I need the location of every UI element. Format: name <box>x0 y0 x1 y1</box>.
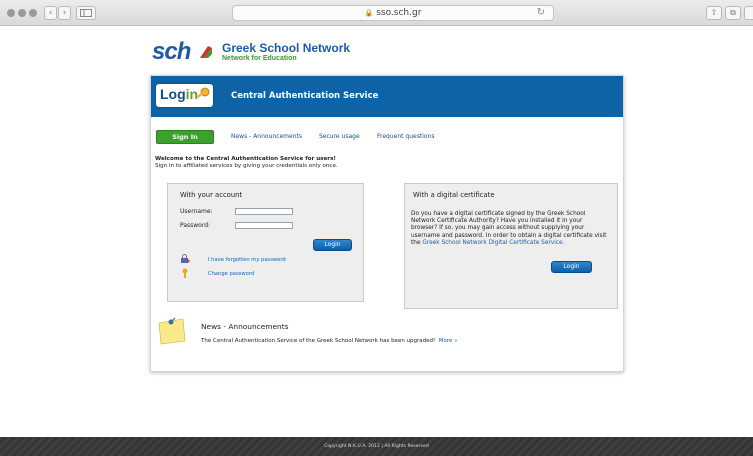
account-panel-title: With your account <box>180 191 243 199</box>
username-label: Username: <box>180 208 213 215</box>
login-badge: Login <box>156 84 213 107</box>
zoom-window-icon[interactable] <box>29 9 37 17</box>
news-text: The Central Authentication Service of th… <box>201 338 457 344</box>
minimize-window-icon[interactable] <box>18 9 26 17</box>
url-text: sso.sch.gr <box>376 8 422 18</box>
welcome-text: Sign in to affiliated services by giving… <box>155 163 338 169</box>
change-password-link[interactable]: Change password <box>208 271 254 277</box>
reload-icon[interactable]: ↻ <box>537 6 545 20</box>
password-input[interactable] <box>235 222 293 229</box>
logo-brand: sch <box>152 38 191 65</box>
sidebar-icon[interactable] <box>76 6 96 20</box>
lock-icon: 🔒 <box>364 9 374 17</box>
back-button[interactable]: ‹ <box>44 6 57 20</box>
news-title: News - Announcements <box>201 322 289 331</box>
forward-button[interactable]: › <box>58 6 71 20</box>
header-banner: Login Central Authentication Service <box>151 76 623 117</box>
share-icon[interactable]: ⇧ <box>706 6 722 20</box>
logo-pen-icon <box>200 46 212 58</box>
forgot-password-icon <box>181 254 190 263</box>
account-panel: With your account Username: Password: Lo… <box>167 183 364 302</box>
tab-sign-in[interactable]: Sign In <box>156 130 214 144</box>
key-icon <box>197 87 210 98</box>
tab-news-announcements[interactable]: News - Announcements <box>231 133 302 140</box>
certificate-service-link[interactable]: Greek School Network Digital Certificate… <box>422 240 564 246</box>
certificate-panel-title: With a digital certificate <box>413 191 495 199</box>
footer: Copyright N.K.U.A. 2012 | All Rights Res… <box>0 437 753 456</box>
logo-title: Greek School Network <box>222 41 351 55</box>
certificate-description: Do you have a digital certificate signed… <box>411 211 607 247</box>
password-label: Password: <box>180 222 211 229</box>
sticky-note-icon <box>158 317 186 345</box>
close-window-icon[interactable] <box>7 9 15 17</box>
forgot-password-link[interactable]: I have forgotten my password <box>208 257 286 263</box>
account-login-button[interactable]: Login <box>313 239 352 251</box>
address-bar[interactable]: 🔒 sso.sch.gr ↻ <box>232 5 554 21</box>
certificate-panel: With a digital certificate Do you have a… <box>404 183 618 309</box>
certificate-login-button[interactable]: Login <box>551 261 592 273</box>
login-badge-text: Log <box>160 86 186 102</box>
news-item: The Central Authentication Service of th… <box>201 338 436 344</box>
tab-secure-usage[interactable]: Secure usage <box>319 133 360 140</box>
news-more-link[interactable]: More » <box>439 338 458 344</box>
login-card: Login Central Authentication Service Sig… <box>150 75 624 372</box>
welcome-heading: Welcome to the Central Authentication Se… <box>155 156 336 162</box>
change-password-icon <box>182 268 188 278</box>
browser-toolbar: ‹ › 🔒 sso.sch.gr ↻ ⇧ ⧉ <box>0 0 753 26</box>
tab-frequent-questions[interactable]: Frequent questions <box>377 133 434 140</box>
page-title: Central Authentication Service <box>231 91 379 101</box>
username-input[interactable] <box>235 208 293 215</box>
footer-copyright: Copyright N.K.U.A. 2012 | All Rights Res… <box>324 444 429 449</box>
logo-subtitle: Network for Education <box>222 55 297 62</box>
new-tab-button[interactable] <box>744 6 753 20</box>
tabs-icon[interactable]: ⧉ <box>725 6 741 20</box>
